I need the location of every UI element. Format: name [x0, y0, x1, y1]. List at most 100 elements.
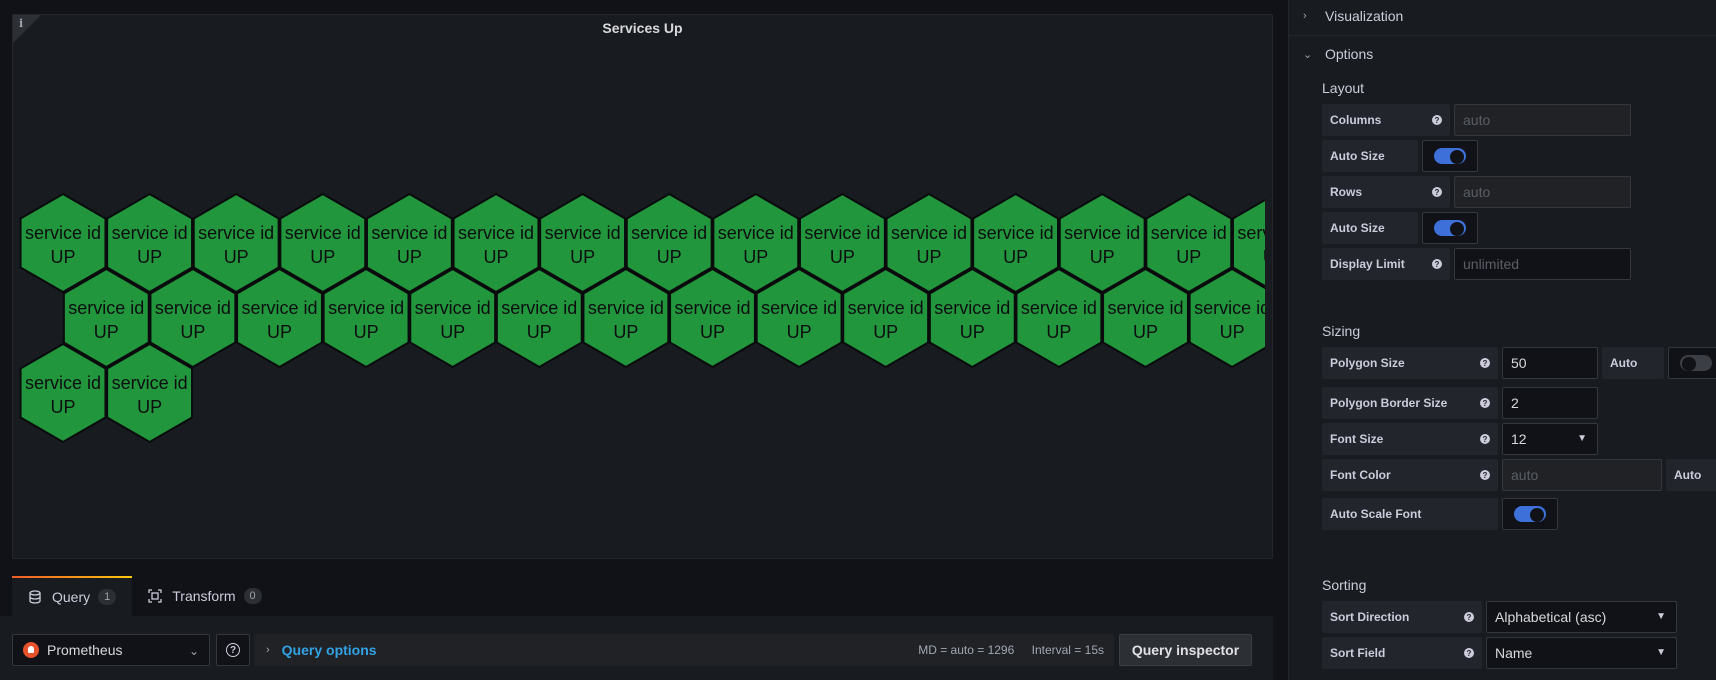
question-icon[interactable]: ? [1432, 115, 1442, 125]
question-icon[interactable]: ? [1480, 470, 1490, 480]
font-color-input[interactable]: auto [1502, 459, 1662, 491]
chevron-right-icon: › [1303, 10, 1307, 22]
hexagon-name: service id [674, 298, 750, 318]
toggle-switch[interactable] [1434, 220, 1466, 236]
hexagon-name: service id [934, 298, 1010, 318]
tab-transform-count: 0 [243, 588, 262, 604]
hexagon-status: UP [310, 247, 335, 267]
hexagon-status: UP [960, 322, 985, 342]
font-color-auto-label: Auto [1666, 459, 1716, 491]
query-options-toggle[interactable]: › Query options MD = auto = 1296 Interva… [254, 634, 1114, 666]
polygon-border-row: Polygon Border Size ? 2 [1322, 387, 1598, 419]
polygon-border-label-text: Polygon Border Size [1330, 396, 1448, 410]
rows-input[interactable]: auto [1454, 176, 1631, 208]
chevron-right-icon: › [266, 644, 270, 656]
hexagon-name: service id [25, 223, 101, 243]
polygon-size-input[interactable]: 50 [1502, 347, 1598, 379]
hexagon-name: service id [978, 223, 1054, 243]
font-size-label-text: Font Size [1330, 432, 1384, 446]
question-icon[interactable]: ? [1480, 358, 1490, 368]
tab-transform[interactable]: Transform 0 [132, 576, 277, 616]
datasource-select[interactable]: Prometheus ⌄ [12, 634, 210, 666]
hexagon-status: UP [1220, 322, 1245, 342]
columns-input[interactable]: auto [1454, 104, 1631, 136]
display-limit-input[interactable]: unlimited [1454, 248, 1631, 280]
chevron-down-icon: ⌄ [1303, 48, 1313, 61]
sort-field-label: Sort Field ? [1322, 637, 1482, 669]
interval-value: Interval = 15s [1031, 643, 1104, 657]
chevron-down-icon: ⌄ [188, 644, 199, 658]
question-icon[interactable]: ? [1432, 187, 1442, 197]
rows-row: Rows ? auto [1322, 176, 1631, 208]
font-size-label: Font Size ? [1322, 423, 1498, 455]
hexagon-name: service id [241, 298, 317, 318]
options-label: Options [1325, 46, 1374, 62]
question-icon[interactable]: ? [1480, 434, 1490, 444]
hexagon-status: UP [657, 247, 682, 267]
hexagon-name: service id [285, 223, 361, 243]
font-size-select[interactable]: 12 ▼ [1502, 423, 1598, 455]
layout-group-title: Layout [1322, 80, 1365, 96]
hexagon-status: UP [180, 322, 205, 342]
query-tabs: Query 1 Transform 0 [12, 576, 278, 616]
prometheus-icon [23, 642, 39, 658]
sizing-group-title: Sizing [1322, 323, 1361, 339]
auto-size-label: Auto Size [1322, 140, 1418, 172]
font-color-label: Font Color ? [1322, 459, 1498, 491]
sort-direction-select[interactable]: Alphabetical (asc) ▼ [1486, 601, 1677, 633]
toggle-switch[interactable] [1434, 148, 1466, 164]
hexagon-name: service id [198, 223, 274, 243]
polystat-grid: service id UP service id UP service id UP serv… [13, 15, 1265, 558]
options-pane: › Visualization ⌄ Options Layout Columns… [1288, 0, 1716, 680]
auto-size-toggle[interactable] [1422, 140, 1478, 172]
hexagon-name: service id [848, 298, 924, 318]
hexagon-name: service id [1021, 298, 1097, 318]
sort-direction-label: Sort Direction ? [1322, 601, 1482, 633]
auto-scale-font-toggle[interactable] [1502, 498, 1558, 530]
auto-size-row-2: Auto Size [1322, 212, 1478, 244]
hexagon-status: UP [527, 322, 552, 342]
transform-icon [148, 589, 162, 603]
question-icon[interactable]: ? [1480, 398, 1490, 408]
hexagon-name: service id [155, 298, 231, 318]
question-icon[interactable]: ? [1464, 612, 1474, 622]
hexagon-status: UP [137, 397, 162, 417]
hexagon-status: UP [743, 247, 768, 267]
hexagon-name: service id [631, 223, 707, 243]
display-limit-label-text: Display Limit [1330, 257, 1405, 271]
hexagon-status: UP [700, 322, 725, 342]
display-limit-row: Display Limit ? unlimited [1322, 248, 1631, 280]
auto-scale-font-label: Auto Scale Font [1322, 498, 1498, 530]
hexagon-name: service id [1151, 223, 1227, 243]
panel-preview: i Services Up service id UP service id UP se… [12, 14, 1273, 559]
hexagon-name: service id [415, 298, 491, 318]
toggle-switch[interactable] [1514, 506, 1546, 522]
caret-down-icon: ▼ [1656, 647, 1666, 658]
hexagon-status: UP [354, 322, 379, 342]
tab-query[interactable]: Query 1 [12, 576, 133, 616]
visualization-label: Visualization [1325, 8, 1404, 24]
options-section-toggle[interactable]: ⌄ Options [1303, 44, 1373, 64]
query-bar: Prometheus ⌄ ? › Query options MD = auto… [0, 616, 1273, 680]
hexagon-status: UP [483, 247, 508, 267]
hexagon-status: UP [1003, 247, 1028, 267]
polygon-auto-toggle[interactable] [1668, 347, 1716, 379]
help-button[interactable]: ? [216, 634, 250, 666]
visualization-section-toggle[interactable]: › Visualization [1303, 6, 1403, 26]
max-data-points: MD = auto = 1296 [918, 643, 1015, 657]
sort-field-select[interactable]: Name ▼ [1486, 637, 1677, 669]
polygon-border-input[interactable]: 2 [1502, 387, 1598, 419]
question-icon[interactable]: ? [1432, 259, 1442, 269]
hexagon-name: service id [25, 373, 101, 393]
sort-direction-value: Alphabetical (asc) [1495, 609, 1607, 625]
sort-field-row: Sort Field ? Name ▼ [1322, 637, 1677, 669]
toggle-switch[interactable] [1680, 355, 1712, 371]
rows-label-text: Rows [1330, 185, 1363, 199]
auto-size-toggle-2[interactable] [1422, 212, 1478, 244]
hexagon-name: service id [68, 298, 144, 318]
polygon-border-label: Polygon Border Size ? [1322, 387, 1498, 419]
query-inspector-button[interactable]: Query inspector [1119, 634, 1252, 666]
hexagon-status: UP [873, 322, 898, 342]
auto-scale-font-row: Auto Scale Font [1322, 498, 1558, 530]
question-icon[interactable]: ? [1464, 648, 1474, 658]
